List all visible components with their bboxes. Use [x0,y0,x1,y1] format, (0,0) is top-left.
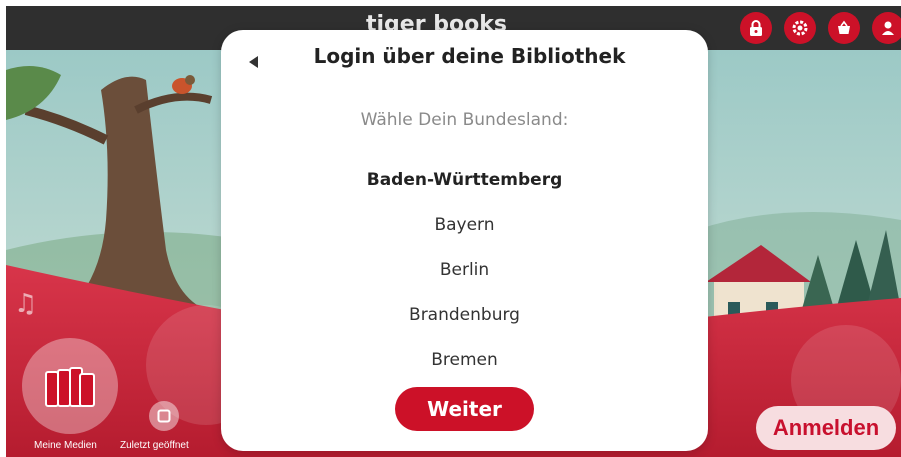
recently-opened-button[interactable] [149,401,179,431]
gear-icon[interactable] [784,12,816,44]
app-screen: ♫ tiger books Meine Medien Zuletzt geöff… [6,6,901,457]
square-icon [157,409,171,423]
shop-basket-icon[interactable] [828,12,860,44]
recently-opened-label[interactable]: Zuletzt geöffnet [120,440,189,451]
app-title: tiger books [366,12,507,30]
login-button[interactable]: Anmelden [756,406,896,450]
library-login-dialog: Login über deine Bibliothek Wähle Dein B… [221,30,708,451]
state-option-bremen[interactable]: Bremen [221,338,708,383]
lock-icon[interactable] [740,12,772,44]
svg-text:♫: ♫ [14,289,37,319]
state-option-berlin[interactable]: Berlin [221,248,708,293]
state-option-bayern[interactable]: Bayern [221,203,708,248]
profile-icon[interactable] [872,12,901,44]
continue-button[interactable]: Weiter [395,387,534,431]
dialog-title: Login über deine Bibliothek [313,44,626,68]
books-icon [45,367,95,407]
state-picker-list[interactable]: Baden-Württemberg Bayern Berlin Brandenb… [221,158,708,383]
state-option-brandenburg[interactable]: Brandenburg [221,293,708,338]
state-option-baden-wuerttemberg[interactable]: Baden-Württemberg [221,158,708,203]
my-media-button[interactable] [22,338,118,434]
my-media-label[interactable]: Meine Medien [34,440,97,451]
dialog-subtitle: Wähle Dein Bundesland: [360,110,569,130]
